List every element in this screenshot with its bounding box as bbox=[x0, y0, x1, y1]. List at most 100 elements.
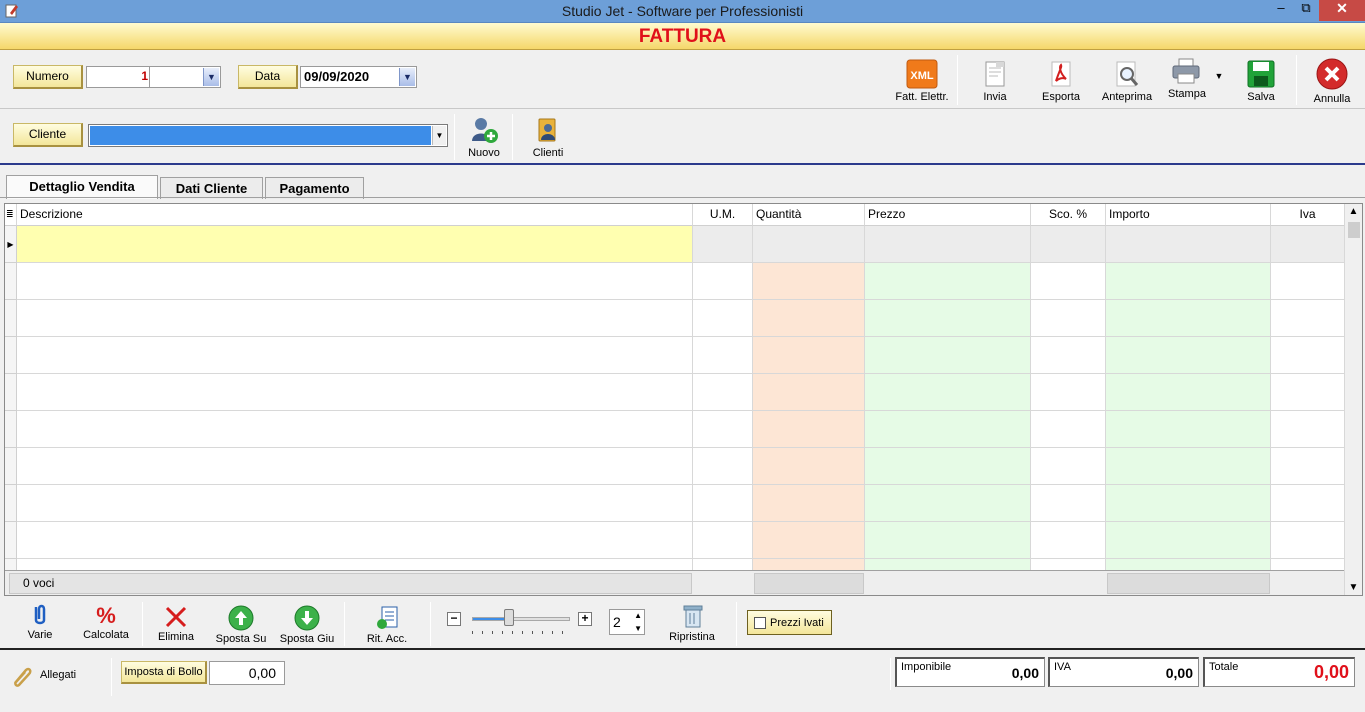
grid-cell-descrizione[interactable] bbox=[17, 448, 693, 485]
grid-cell-prezzo[interactable] bbox=[865, 448, 1031, 485]
row-height-spinner[interactable]: 2 ▲ ▼ bbox=[609, 609, 645, 635]
grid-cell-descrizione[interactable] bbox=[17, 485, 693, 522]
chevron-down-icon[interactable]: ▼ bbox=[432, 126, 446, 145]
column-header-iva[interactable]: Iva bbox=[1271, 204, 1345, 226]
grid-cell-um[interactable] bbox=[693, 300, 753, 337]
data-label[interactable]: Data bbox=[238, 65, 298, 89]
grid-cell-importo[interactable] bbox=[1106, 485, 1271, 522]
row-header[interactable] bbox=[5, 522, 17, 559]
minimize-button[interactable]: ‒ bbox=[1268, 0, 1294, 21]
grid-cell-prezzo[interactable] bbox=[865, 263, 1031, 300]
grid-cell-sconto[interactable] bbox=[1031, 263, 1106, 300]
column-header-um[interactable]: U.M. bbox=[693, 204, 753, 226]
grid-cell-iva[interactable] bbox=[1271, 337, 1345, 374]
grid-cell-importo[interactable] bbox=[1106, 411, 1271, 448]
row-header[interactable] bbox=[5, 337, 17, 374]
row-header[interactable] bbox=[5, 263, 17, 300]
calcolata-button[interactable]: % Calcolata bbox=[80, 603, 132, 641]
grid-cell-quantita[interactable] bbox=[753, 263, 865, 300]
grid-cell-sconto[interactable] bbox=[1031, 226, 1106, 263]
grid-cell-prezzo[interactable] bbox=[865, 374, 1031, 411]
row-header[interactable] bbox=[5, 485, 17, 522]
grid-cell-iva[interactable] bbox=[1271, 374, 1345, 411]
checkbox-box[interactable] bbox=[754, 617, 766, 629]
cliente-select[interactable]: ▼ bbox=[88, 124, 448, 147]
esporta-button[interactable]: Esporta bbox=[1038, 59, 1084, 103]
grid-vertical-scrollbar[interactable]: ▲ ▼ bbox=[1344, 204, 1362, 595]
grid-cell-quantita[interactable] bbox=[753, 485, 865, 522]
grid-cell-iva[interactable] bbox=[1271, 226, 1345, 263]
sposta-giu-button[interactable]: Sposta Giu bbox=[277, 605, 337, 645]
imposta-bollo-field[interactable]: 0,00 bbox=[209, 661, 285, 685]
grid-cell-prezzo[interactable] bbox=[865, 337, 1031, 374]
grid-cell-iva[interactable] bbox=[1271, 300, 1345, 337]
column-header-prezzo[interactable]: Prezzo bbox=[865, 204, 1031, 226]
grid-cell-quantita[interactable] bbox=[753, 226, 865, 263]
column-header-descrizione[interactable]: Descrizione bbox=[17, 204, 693, 226]
calendar-dropdown-icon[interactable]: ▼ bbox=[399, 68, 415, 86]
row-header[interactable] bbox=[5, 300, 17, 337]
rit-acc-button[interactable]: Rit. Acc. bbox=[362, 605, 412, 645]
column-header-sconto[interactable]: Sco. % bbox=[1031, 204, 1106, 226]
grid-cell-quantita[interactable] bbox=[753, 374, 865, 411]
grid-cell-descrizione[interactable] bbox=[17, 522, 693, 559]
grid-cell-importo[interactable] bbox=[1106, 448, 1271, 485]
spinner-up-icon[interactable]: ▲ bbox=[634, 611, 642, 620]
grid-cell-quantita[interactable] bbox=[753, 448, 865, 485]
scroll-up-icon[interactable]: ▲ bbox=[1345, 206, 1362, 217]
grid-cell-sconto[interactable] bbox=[1031, 300, 1106, 337]
grid-cell-descrizione[interactable] bbox=[17, 226, 693, 263]
row-header[interactable] bbox=[5, 448, 17, 485]
grid-cell-importo[interactable] bbox=[1106, 337, 1271, 374]
spinner-down-icon[interactable]: ▼ bbox=[634, 624, 642, 633]
current-row-indicator[interactable]: ▶ bbox=[5, 226, 17, 263]
grid-cell-descrizione[interactable] bbox=[17, 337, 693, 374]
scroll-thumb[interactable] bbox=[1348, 222, 1360, 238]
grid-cell-um[interactable] bbox=[693, 522, 753, 559]
grid-cell-prezzo[interactable] bbox=[865, 226, 1031, 263]
scroll-down-icon[interactable]: ▼ bbox=[1345, 582, 1362, 593]
grid-cell-iva[interactable] bbox=[1271, 448, 1345, 485]
invoice-lines-grid[interactable]: ≣ Descrizione U.M. Quantità Prezzo Sco. … bbox=[4, 203, 1363, 596]
grid-cell-sconto[interactable] bbox=[1031, 337, 1106, 374]
stampa-dropdown-icon[interactable]: ▼ bbox=[1212, 71, 1226, 81]
numero-field[interactable]: 1 ▼ bbox=[86, 66, 221, 88]
grid-cell-iva[interactable] bbox=[1271, 522, 1345, 559]
grid-cell-quantita[interactable] bbox=[753, 522, 865, 559]
grid-cell-um[interactable] bbox=[693, 411, 753, 448]
grid-cell-importo[interactable] bbox=[1106, 300, 1271, 337]
grid-cell-descrizione[interactable] bbox=[17, 263, 693, 300]
grid-cell-prezzo[interactable] bbox=[865, 522, 1031, 559]
grid-cell-sconto[interactable] bbox=[1031, 374, 1106, 411]
zoom-out-button[interactable]: − bbox=[447, 612, 461, 626]
data-field[interactable]: 09/09/2020 ▼ bbox=[300, 66, 417, 88]
zoom-slider-thumb[interactable] bbox=[504, 609, 514, 626]
tab-pagamento[interactable]: Pagamento bbox=[265, 177, 364, 199]
column-header-importo[interactable]: Importo bbox=[1106, 204, 1271, 226]
grid-cell-iva[interactable] bbox=[1271, 485, 1345, 522]
prezzi-ivati-checkbox[interactable]: Prezzi Ivati bbox=[747, 610, 832, 635]
column-chooser-icon[interactable]: ≣ bbox=[5, 204, 17, 226]
stampa-button[interactable]: Stampa bbox=[1164, 56, 1210, 100]
grid-cell-um[interactable] bbox=[693, 337, 753, 374]
clienti-button[interactable]: Clienti bbox=[526, 115, 570, 159]
chevron-down-icon[interactable]: ▼ bbox=[203, 68, 219, 86]
grid-cell-sconto[interactable] bbox=[1031, 411, 1106, 448]
maximize-button[interactable]: ⧉ bbox=[1293, 0, 1319, 21]
grid-cell-prezzo[interactable] bbox=[865, 300, 1031, 337]
grid-cell-descrizione[interactable] bbox=[17, 300, 693, 337]
salva-button[interactable]: Salva bbox=[1238, 59, 1284, 103]
column-header-quantita[interactable]: Quantità bbox=[753, 204, 865, 226]
grid-cell-um[interactable] bbox=[693, 374, 753, 411]
numero-label[interactable]: Numero bbox=[13, 65, 83, 89]
grid-cell-um[interactable] bbox=[693, 263, 753, 300]
tab-dettaglio-vendita[interactable]: Dettaglio Vendita bbox=[6, 175, 158, 199]
grid-cell-um[interactable] bbox=[693, 226, 753, 263]
nuovo-cliente-button[interactable]: Nuovo bbox=[462, 115, 506, 159]
grid-cell-quantita[interactable] bbox=[753, 300, 865, 337]
grid-cell-importo[interactable] bbox=[1106, 263, 1271, 300]
grid-cell-iva[interactable] bbox=[1271, 411, 1345, 448]
varie-button[interactable]: Varie bbox=[18, 603, 62, 641]
ripristina-button[interactable]: Ripristina bbox=[666, 603, 718, 643]
invia-button[interactable]: Invia bbox=[972, 59, 1018, 103]
